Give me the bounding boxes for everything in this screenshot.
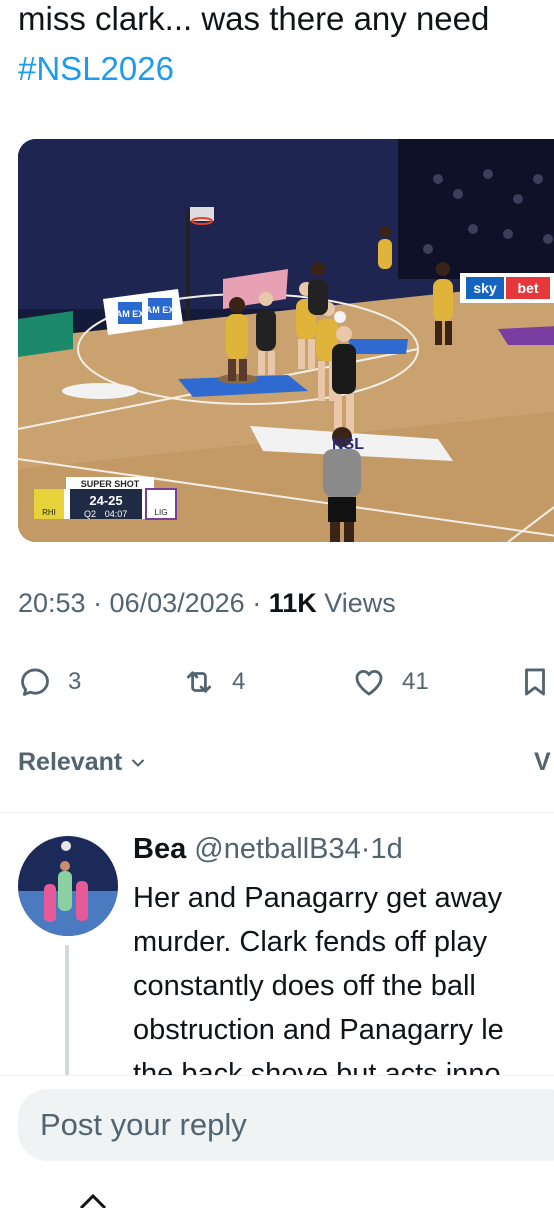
sign-sky: sky [473, 280, 497, 296]
sort-label: Relevant [18, 748, 123, 776]
reply-time[interactable]: 1d [370, 833, 402, 865]
tweet-timestamp[interactable]: 20:53 · 06/03/2026 · [18, 588, 269, 618]
tweet-text: miss clark... was there any need [18, 0, 490, 37]
scoreboard-clock: 04:07 [105, 509, 128, 519]
tweet-media-video[interactable]: SUPER SHOT 24-25 Q2 04:07 RHI LIG AM EX … [18, 139, 554, 542]
reply-text: Her and Panagarry get away murder. Clark… [133, 876, 554, 1076]
views-count: 11K [268, 588, 317, 618]
reply-line: murder. Clark fends off play [133, 926, 488, 958]
heart-icon [355, 669, 383, 696]
tweet-actions: 3 4 41 [18, 660, 554, 704]
repost-count: 4 [232, 668, 246, 695]
scoreboard-quarter: Q2 [84, 509, 96, 519]
bookmark-button[interactable] [518, 660, 554, 704]
sign-bet: bet [518, 280, 539, 296]
thread-line [65, 945, 69, 1075]
reply-line: Her and Panagarry get away [133, 882, 503, 914]
tweet-meta: 20:53 · 06/03/2026 · 11K Views [18, 588, 396, 619]
chevron-down-icon [132, 759, 145, 766]
sign-amex-2: AM EX [146, 305, 175, 315]
reply-author-name[interactable]: Bea [133, 833, 186, 865]
reply-input[interactable] [18, 1089, 554, 1161]
video-frame: SUPER SHOT 24-25 Q2 04:07 RHI LIG AM EX … [18, 139, 554, 542]
repost-icon [186, 671, 212, 693]
hashtag-link[interactable]: #NSL2026 [18, 44, 174, 94]
divider [0, 812, 554, 813]
reply-line: constantly does off the ball [133, 970, 476, 1002]
reply-header: Bea @netballB34·1d [133, 833, 403, 866]
scoreboard-away: LIG [155, 508, 168, 517]
reply-author-handle[interactable]: @netballB34 [194, 833, 361, 865]
bookmark-icon [525, 668, 545, 696]
reply-icon [21, 668, 49, 696]
avatar[interactable] [18, 836, 118, 936]
reply-button[interactable]: 3 [18, 660, 81, 704]
floor-logo: NSL [332, 436, 364, 453]
reply-line: the back shove but acts inno [133, 1058, 501, 1076]
like-count: 41 [402, 668, 429, 695]
sign-amex-1: AM EX [116, 309, 145, 319]
avatar-image [18, 836, 118, 936]
home-icon[interactable] [78, 1188, 108, 1208]
scoreboard-home: RHI [42, 508, 56, 517]
sort-right-label[interactable]: V [534, 748, 551, 777]
reply-sort-selector[interactable]: Relevant [18, 748, 148, 777]
like-button[interactable]: 41 [352, 660, 429, 704]
reply-dot: · [360, 833, 371, 865]
repost-button[interactable]: 4 [182, 660, 245, 704]
reply-count: 3 [68, 668, 82, 695]
reply-line: obstruction and Panagarry le [133, 1014, 504, 1046]
views-label: Views [316, 588, 396, 618]
scoreboard-label: SUPER SHOT [81, 479, 140, 489]
scoreboard-score: 24-25 [89, 493, 122, 508]
